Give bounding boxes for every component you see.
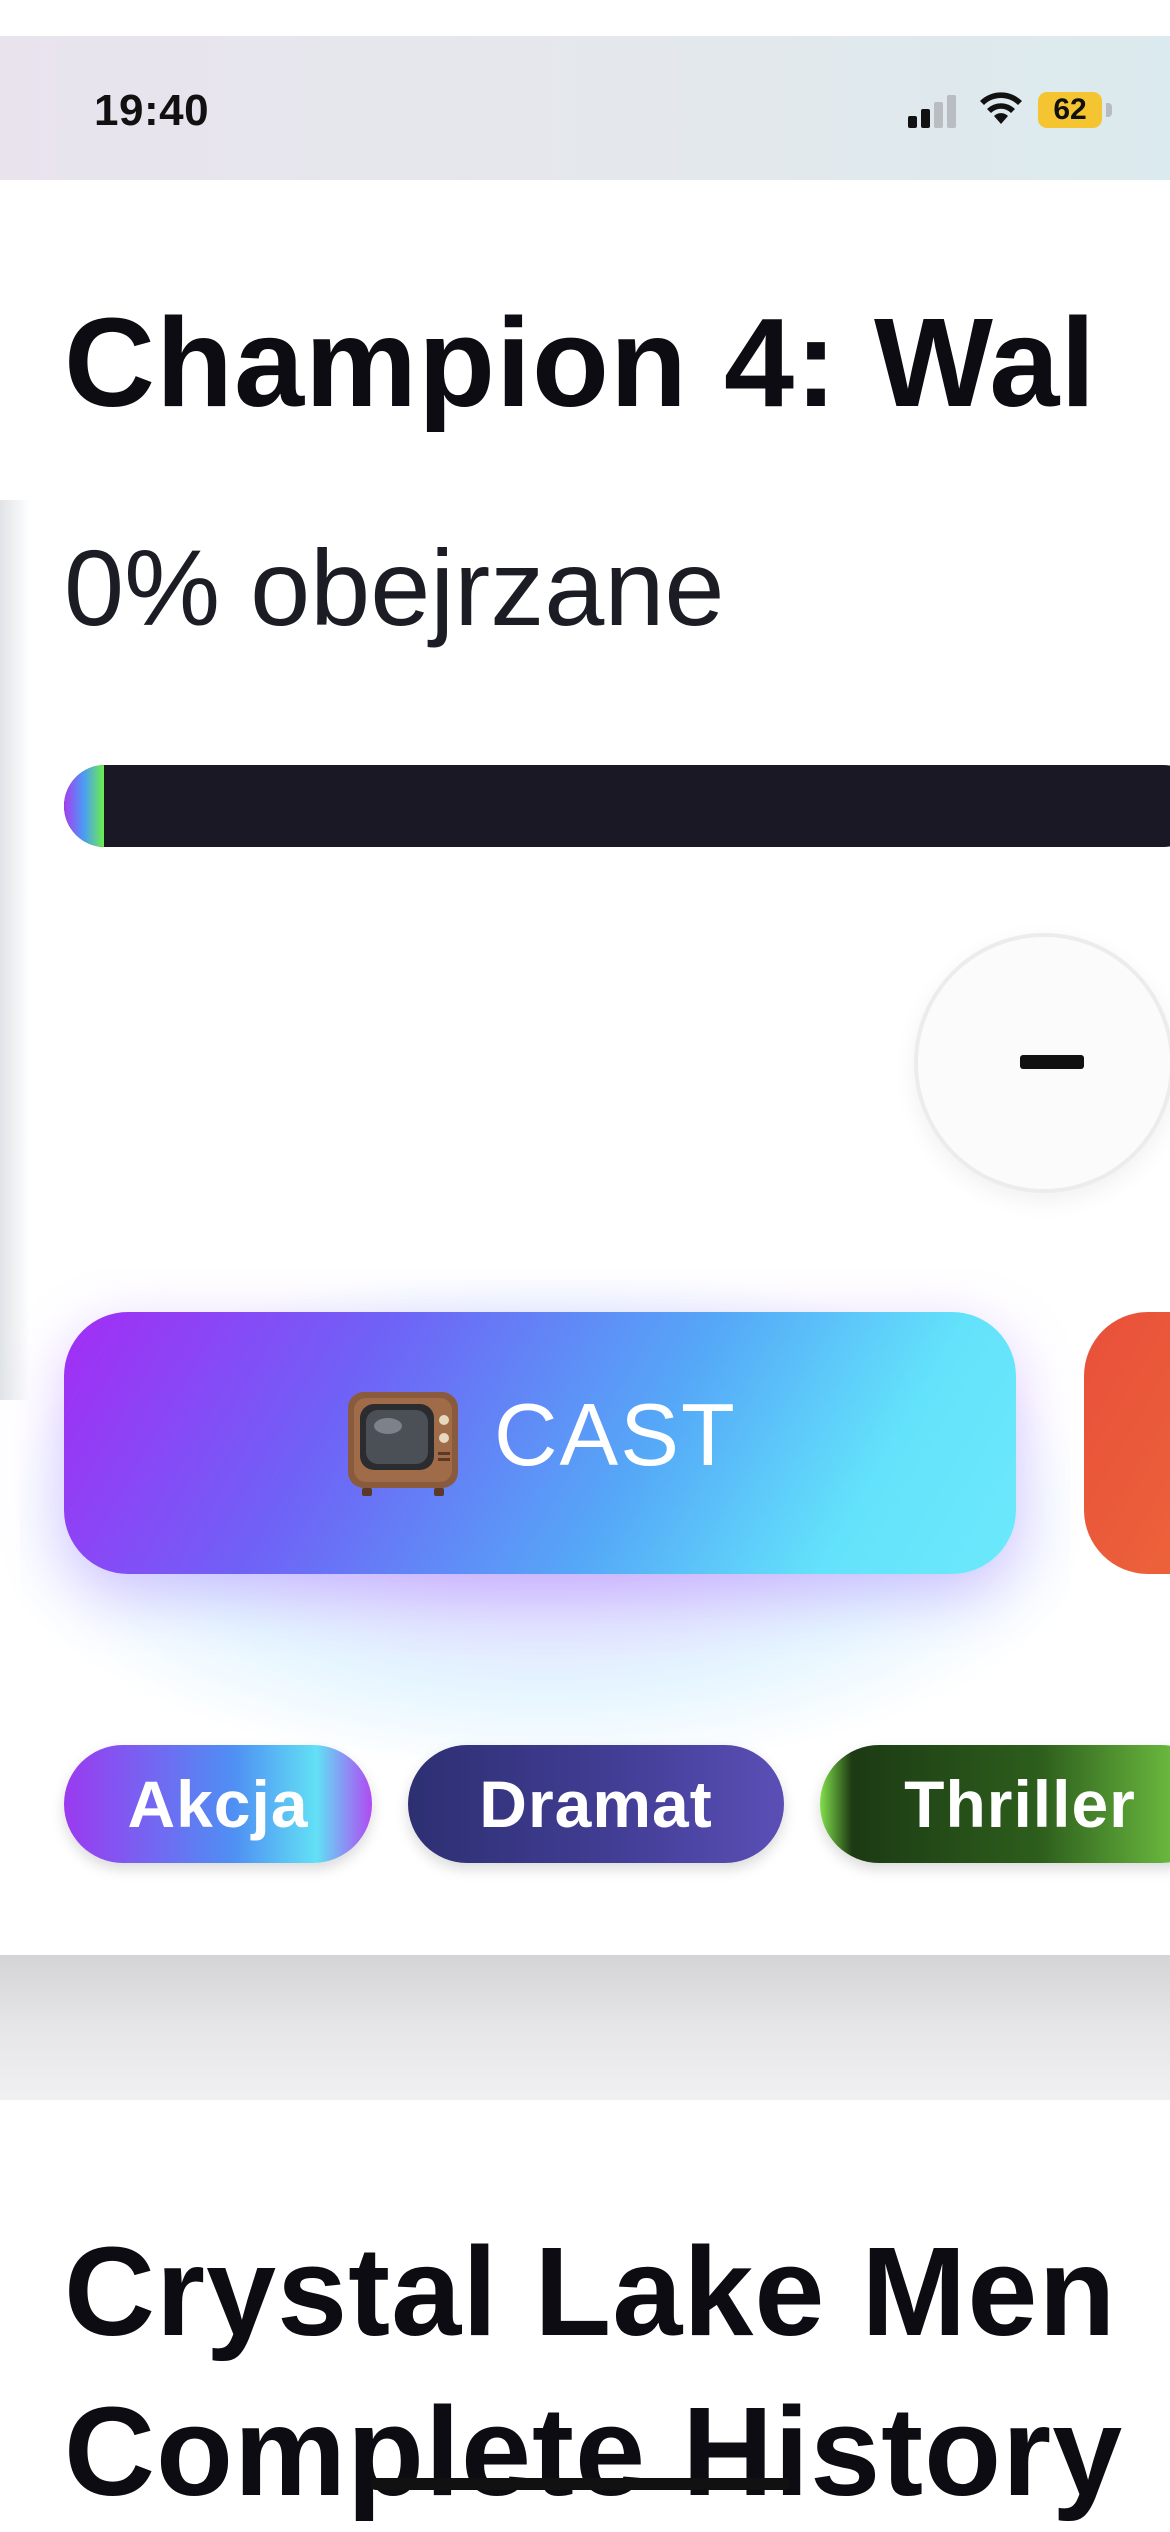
- wifi-icon: [980, 92, 1022, 124]
- watch-progress-label: 0% obejrzane: [64, 527, 725, 648]
- episode-title: Champion 4: Wal: [64, 292, 1097, 433]
- genre-chip-akcja[interactable]: Akcja: [64, 1745, 372, 1863]
- genre-chip-dramat[interactable]: Dramat: [408, 1745, 784, 1863]
- tv-icon: [348, 1392, 458, 1496]
- battery-cap: [1106, 103, 1112, 117]
- minus-icon: [1020, 1055, 1084, 1069]
- episode-card: Champion 4: Wal 0% obejrzane CAST Akcja …: [0, 180, 1170, 1955]
- status-bar: 19:40 62: [0, 36, 1170, 180]
- battery-icon: 62: [1038, 92, 1102, 128]
- next-item-title-line2: Complete History: [64, 2381, 1124, 2522]
- next-item-title-line1: Crystal Lake Men: [64, 2221, 1117, 2362]
- card-separator: [0, 1955, 1170, 2100]
- text-underline: [370, 2478, 790, 2490]
- watch-progress-fill: [64, 765, 104, 847]
- status-time: 19:40: [94, 86, 210, 135]
- genre-chip-thriller[interactable]: Thriller: [820, 1745, 1170, 1863]
- signal-icon: [908, 95, 956, 128]
- next-item-card[interactable]: Crystal Lake Men Complete History: [0, 2100, 1170, 2532]
- secondary-action-button[interactable]: [1084, 1312, 1170, 1574]
- watch-progress-bar[interactable]: [64, 765, 1170, 847]
- screen: 19:40 62 Champion 4: Wal 0% obejrzane CA…: [0, 0, 1170, 2532]
- cast-button[interactable]: CAST: [64, 1312, 1016, 1574]
- decrease-progress-button[interactable]: [914, 933, 1170, 1193]
- card-edge-shadow: [0, 500, 30, 1400]
- cast-button-label: CAST: [494, 1385, 737, 1484]
